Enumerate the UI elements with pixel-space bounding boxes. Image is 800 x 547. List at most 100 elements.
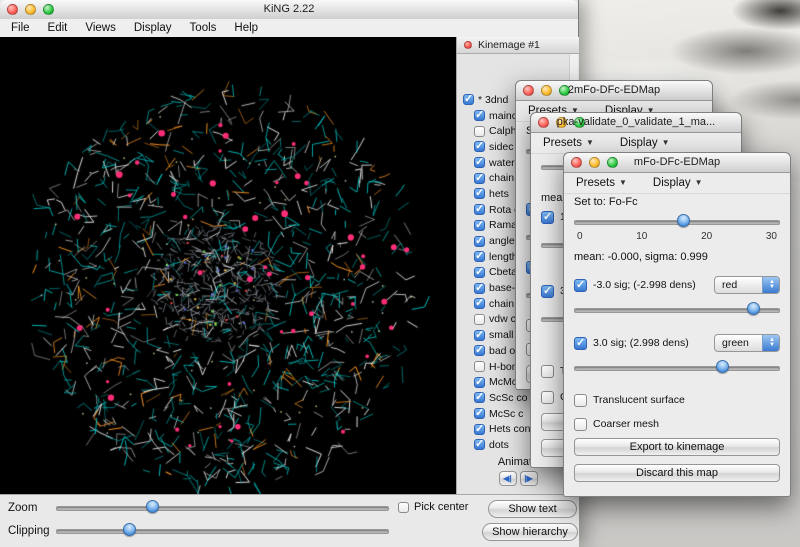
dialog-menu-bar: Presets▼ Display▼ — [531, 132, 741, 154]
menu-file[interactable]: File — [2, 21, 39, 35]
menu-label: Presets — [543, 137, 582, 149]
show-text-button[interactable]: Show text — [488, 500, 577, 518]
checkbox[interactable] — [474, 157, 485, 168]
high-slider-thumb[interactable] — [716, 360, 729, 373]
group-label: McSc c — [489, 408, 523, 420]
group-label: hets — [489, 188, 509, 200]
checkbox[interactable] — [474, 298, 485, 309]
red-dot-icon — [464, 41, 472, 49]
high-contour-checkbox[interactable] — [541, 285, 554, 298]
low-slider[interactable] — [574, 302, 780, 316]
menu-display[interactable]: Display ▼ — [653, 177, 703, 189]
translucent-label: Translucent surface — [593, 394, 685, 406]
dialog-title-bar[interactable]: 2mFo-DFc-EDMap — [516, 81, 712, 101]
dialog-title-bar[interactable]: mFo-DFc-EDMap — [564, 153, 790, 173]
menu-display[interactable]: Display▼ — [620, 137, 670, 149]
coarser-checkbox[interactable] — [541, 391, 554, 404]
high-contour-checkbox[interactable] — [574, 337, 587, 350]
checkbox[interactable] — [474, 408, 485, 419]
menu-label: Display — [653, 177, 691, 189]
slider-track — [574, 366, 780, 371]
group-label: water — [489, 157, 515, 169]
checkbox[interactable] — [474, 110, 485, 121]
dialog-title-bar[interactable]: pka-validate_0_validate_1_ma... — [531, 113, 741, 133]
checkbox[interactable] — [474, 141, 485, 152]
translucent-row: Translucent surface — [574, 390, 780, 410]
level-slider[interactable] — [574, 214, 780, 228]
step-back-button[interactable]: ◀| — [499, 471, 517, 486]
checkbox[interactable] — [474, 236, 485, 247]
dialog-menu-bar: Presets ▼ Display ▼ — [564, 172, 790, 194]
coarser-label: Coarser mesh — [593, 418, 659, 430]
checkbox[interactable] — [474, 126, 485, 137]
checkbox[interactable] — [474, 251, 485, 262]
menu-edit[interactable]: Edit — [39, 21, 77, 35]
contour-label: -3.0 sig; (-2.998 dens) — [593, 279, 696, 291]
checkbox[interactable] — [474, 361, 485, 372]
menu-presets[interactable]: Presets ▼ — [576, 177, 627, 189]
low-color-dropdown[interactable]: red — [714, 276, 780, 294]
checkbox[interactable] — [474, 267, 485, 278]
coarser-checkbox[interactable] — [574, 418, 587, 431]
tick-label: 10 — [636, 231, 647, 242]
checkbox[interactable] — [474, 204, 485, 215]
level-slider-thumb[interactable] — [677, 214, 690, 227]
clipping-slider[interactable] — [56, 523, 389, 537]
slider-track — [56, 506, 389, 511]
chevron-down-icon: ▼ — [695, 178, 703, 187]
checkbox[interactable] — [474, 330, 485, 341]
checkbox[interactable] — [474, 439, 485, 450]
clipping-slider-thumb[interactable] — [123, 523, 136, 536]
menu-help[interactable]: Help — [225, 21, 267, 35]
low-slider-thumb[interactable] — [747, 302, 760, 315]
window-title: KiNG 2.22 — [0, 3, 578, 15]
checkbox[interactable] — [474, 314, 485, 325]
tick-label: 30 — [766, 231, 777, 242]
pick-center-row[interactable]: Pick center — [398, 501, 468, 513]
checkbox[interactable] — [474, 392, 485, 403]
zoom-slider-thumb[interactable] — [146, 500, 159, 513]
pick-center-label: Pick center — [414, 501, 468, 513]
translucent-checkbox[interactable] — [574, 394, 587, 407]
desktop: KiNG 2.22 File Edit Views Display Tools … — [0, 0, 800, 547]
menu-bar: File Edit Views Display Tools Help — [0, 19, 578, 38]
menu-views[interactable]: Views — [76, 21, 124, 35]
step-forward-button[interactable]: |▶ — [520, 471, 538, 486]
zoom-slider[interactable] — [56, 500, 389, 514]
slider-tick-labels: 0 10 20 30 — [574, 231, 780, 242]
menu-display[interactable]: Display — [125, 21, 181, 35]
checkbox[interactable] — [474, 283, 485, 294]
checkbox[interactable] — [474, 220, 485, 231]
map-stats: mean: -0.000, sigma: 0.999 — [574, 251, 780, 263]
tick-label: 20 — [701, 231, 712, 242]
kinemage-panel-header[interactable]: Kinemage #1 — [457, 37, 579, 54]
checkbox[interactable] — [463, 94, 474, 105]
checkbox[interactable] — [474, 173, 485, 184]
dropdown-value: green — [722, 337, 749, 349]
contour-label: 3.0 sig; (2.998 dens) — [593, 337, 689, 349]
molecule-viewport[interactable] — [0, 37, 456, 494]
high-color-dropdown[interactable]: green — [714, 334, 780, 352]
export-button[interactable]: Export to kinemage — [574, 438, 780, 456]
low-contour-checkbox[interactable] — [541, 211, 554, 224]
group-label: length — [489, 251, 518, 263]
window-title: 2mFo-DFc-EDMap — [516, 84, 712, 96]
high-slider[interactable] — [574, 360, 780, 374]
group-label: sidec — [489, 141, 514, 153]
menu-tools[interactable]: Tools — [181, 21, 226, 35]
show-hierarchy-button[interactable]: Show hierarchy — [482, 523, 578, 541]
pick-center-checkbox[interactable] — [398, 502, 409, 513]
high-contour-row: 3.0 sig; (2.998 dens) green — [574, 333, 780, 353]
main-title-bar[interactable]: KiNG 2.22 — [0, 0, 578, 20]
checkbox[interactable] — [474, 345, 485, 356]
checkbox[interactable] — [474, 424, 485, 435]
translucent-checkbox[interactable] — [541, 365, 554, 378]
discard-button[interactable]: Discard this map — [574, 464, 780, 482]
chevron-down-icon: ▼ — [619, 178, 627, 187]
dropdown-value: red — [722, 279, 737, 291]
menu-label: Presets — [576, 177, 615, 189]
menu-presets[interactable]: Presets▼ — [543, 137, 594, 149]
checkbox[interactable] — [474, 377, 485, 388]
checkbox[interactable] — [474, 188, 485, 199]
low-contour-checkbox[interactable] — [574, 279, 587, 292]
